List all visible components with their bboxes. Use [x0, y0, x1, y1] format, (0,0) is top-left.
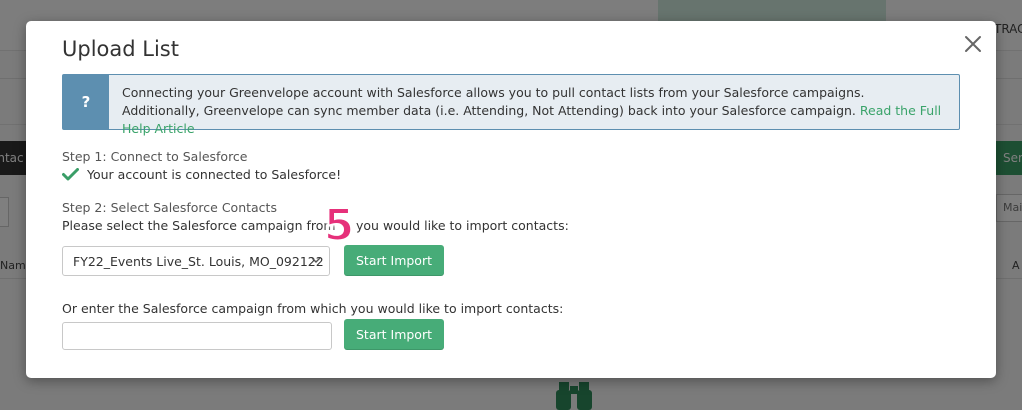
- info-description: Connecting your Greenvelope account with…: [122, 85, 865, 118]
- select-campaign-instruction-start: Please select the Salesforce campaign fr…: [62, 218, 336, 233]
- step1-label: Step 1: Connect to Salesforce: [62, 149, 248, 164]
- campaign-name-input[interactable]: [62, 322, 332, 350]
- campaign-select[interactable]: FY22_Events Live_St. Louis, MO_092122: [62, 246, 330, 276]
- step2-label: Step 2: Select Salesforce Contacts: [62, 200, 277, 215]
- enter-campaign-label: Or enter the Salesforce campaign from wh…: [62, 301, 564, 316]
- close-button[interactable]: [960, 31, 986, 57]
- connection-status: Your account is connected to Salesforce!: [62, 167, 341, 182]
- start-import-manual-button[interactable]: Start Import: [344, 319, 444, 350]
- modal-title: Upload List: [62, 37, 179, 61]
- chevron-down-icon: [311, 257, 321, 263]
- step-number-badge: 5: [323, 199, 356, 252]
- help-icon: ?: [63, 75, 109, 129]
- info-text: Connecting your Greenvelope account with…: [109, 75, 942, 136]
- upload-list-modal: Upload List ? Connecting your Greenvelop…: [26, 21, 996, 378]
- start-import-button[interactable]: Start Import: [344, 245, 444, 276]
- close-icon: [965, 36, 981, 52]
- campaign-select-value: FY22_Events Live_St. Louis, MO_092122: [73, 254, 324, 269]
- connection-status-text: Your account is connected to Salesforce!: [87, 167, 342, 182]
- select-campaign-instruction-end: you would like to import contacts:: [356, 218, 569, 233]
- checkmark-icon: [62, 168, 79, 181]
- salesforce-info-callout: ? Connecting your Greenvelope account wi…: [62, 74, 960, 136]
